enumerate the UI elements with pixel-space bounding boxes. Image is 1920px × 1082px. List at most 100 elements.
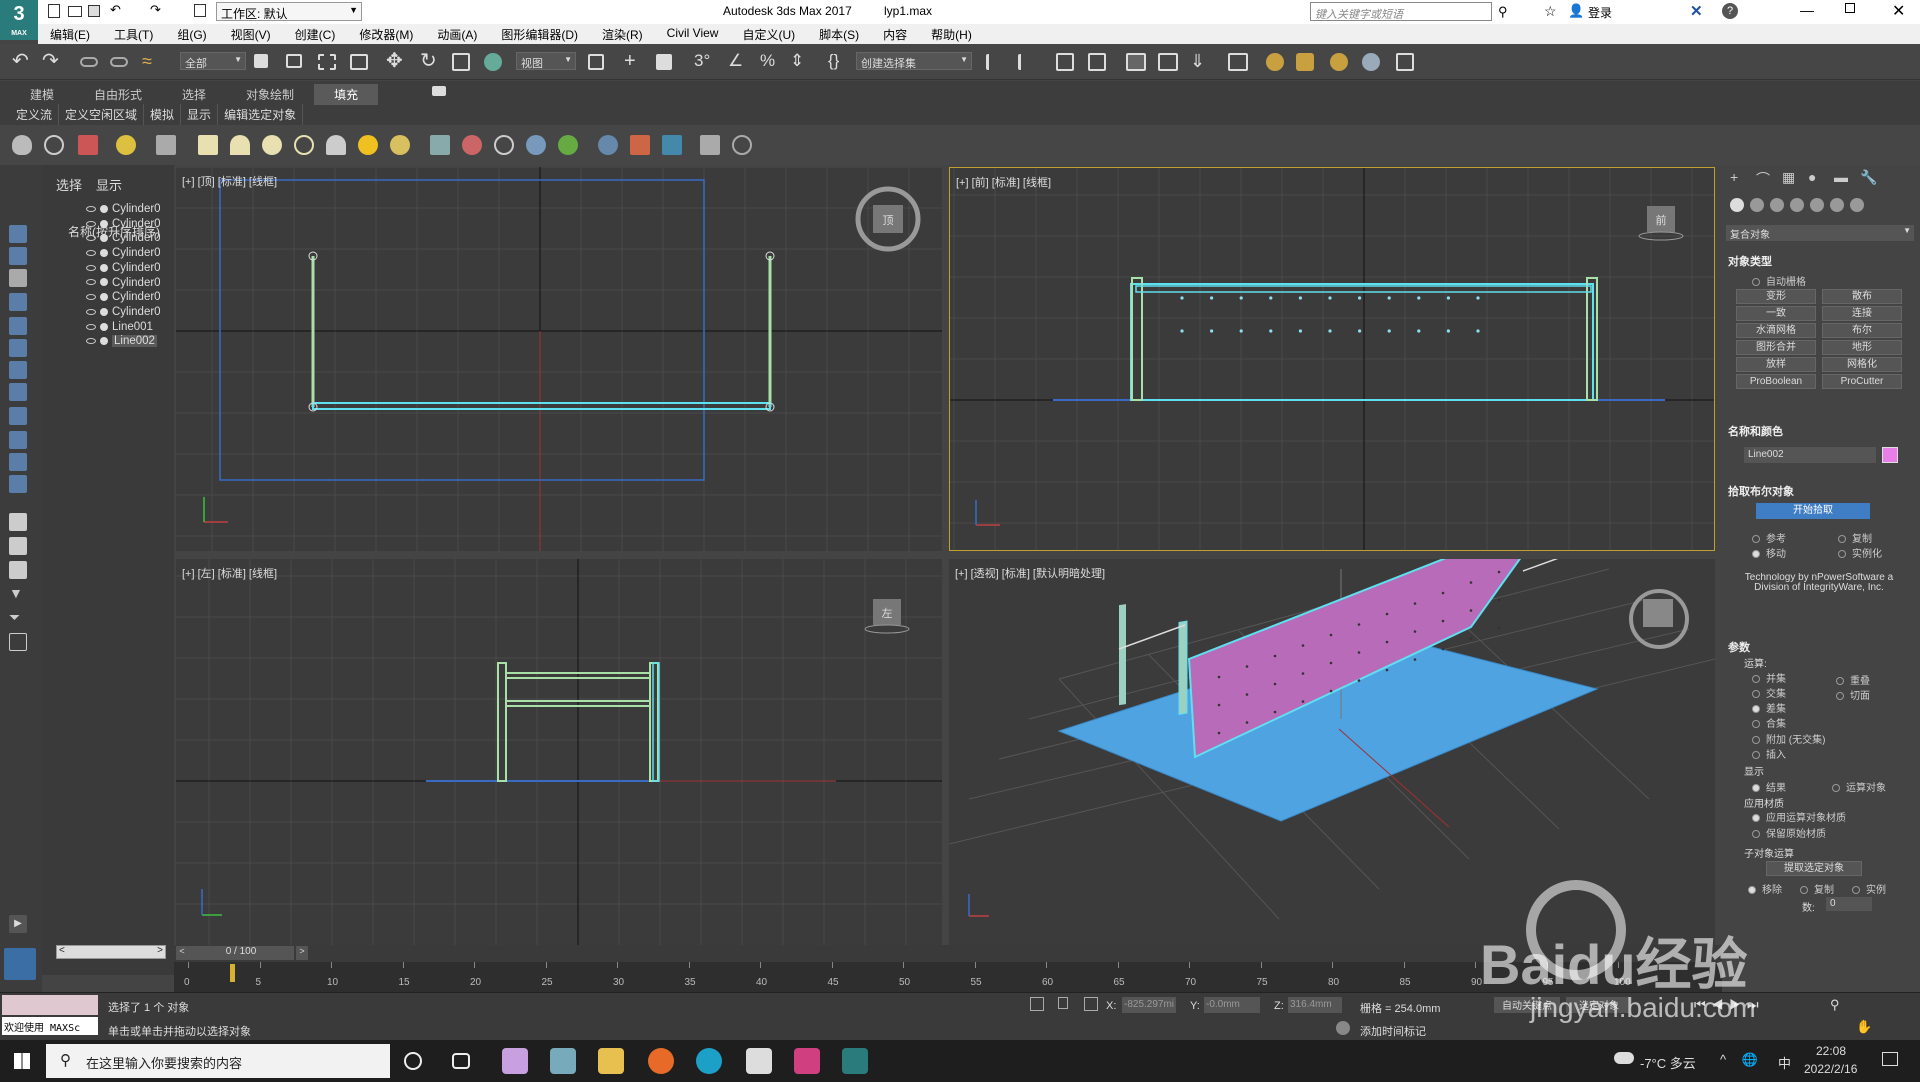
clipboard-icon[interactable] <box>700 135 720 155</box>
curve-editor-icon[interactable] <box>1158 53 1178 71</box>
viewport-label-front[interactable]: [+] [前] [标准] [线框] <box>956 174 1051 190</box>
plus-icon[interactable]: + <box>1730 169 1738 185</box>
named-selection-dropdown[interactable]: 创建选择集 ▼ <box>856 52 972 70</box>
viewport-perspective[interactable]: [+] [透视] [标准] [默认明暗处理] <box>949 559 1715 945</box>
ribbon-tab-1[interactable]: 自由形式 <box>74 84 162 105</box>
percent-snap-icon[interactable]: % <box>760 51 782 73</box>
menu-item-6[interactable]: 动画(A) <box>425 24 489 44</box>
taskbar-search[interactable]: ⚲ 在这里输入你要搜索的内容 <box>46 1044 390 1078</box>
scene-item[interactable]: Cylinder0 <box>86 201 161 217</box>
scene-hscrollbar[interactable]: < > <box>56 945 166 959</box>
3dsmax-taskbar-icon[interactable] <box>842 1048 868 1074</box>
pick-option-0[interactable]: 参考 <box>1752 530 1786 545</box>
render-production-icon[interactable] <box>1330 53 1348 71</box>
compound-button-9[interactable]: 网格化 <box>1822 357 1902 372</box>
menu-item-1[interactable]: 工具(T) <box>102 24 165 44</box>
cameras-icon[interactable] <box>9 293 27 311</box>
scene-explorer-icon[interactable] <box>1056 53 1074 71</box>
rollout-pick-boolean[interactable]: 拾取布尔对象 <box>1728 483 1794 499</box>
helpers-icon[interactable] <box>9 317 27 335</box>
time-slider-frame[interactable]: 0 / 100 <box>188 946 294 960</box>
task-view-icon[interactable] <box>452 1053 470 1069</box>
snap-3d-icon[interactable]: 3° <box>694 51 716 73</box>
modify-icon[interactable]: ⌒ <box>1756 169 1770 189</box>
select-by-name-icon[interactable] <box>286 54 302 68</box>
scene-item[interactable]: Cylinder0 <box>86 245 161 261</box>
pick-option-2[interactable]: 移动 <box>1752 545 1786 560</box>
scene-item[interactable]: Cylinder0 <box>86 304 161 320</box>
menu-item-3[interactable]: 视图(V) <box>219 24 283 44</box>
undo-icon[interactable]: ↶ <box>110 2 121 18</box>
link-icon[interactable] <box>80 57 98 67</box>
funnel-icon[interactable]: ⏷ <box>9 609 27 627</box>
eye-icon[interactable] <box>86 294 96 301</box>
menu-item-2[interactable]: 组(G) <box>165 24 218 44</box>
scene-item[interactable]: Cylinder0 <box>86 289 161 305</box>
weather-icon[interactable] <box>1614 1052 1634 1064</box>
menu-item-10[interactable]: 自定义(U) <box>730 24 807 44</box>
hierarchy-icon[interactable]: ▦ <box>1782 169 1795 186</box>
eye-icon[interactable] <box>86 323 96 330</box>
eye-icon[interactable] <box>86 235 96 242</box>
display-option-1[interactable]: 运算对象 <box>1832 779 1886 794</box>
edge-icon[interactable] <box>696 1048 722 1074</box>
restore-icon[interactable] <box>1845 3 1855 13</box>
menu-item-7[interactable]: 图形编辑器(D) <box>489 24 590 44</box>
tray-icon[interactable] <box>9 633 27 651</box>
sub-option-0[interactable]: 移除 <box>1748 881 1782 896</box>
paint-icon[interactable] <box>502 1048 528 1074</box>
gear-icon[interactable] <box>526 135 546 155</box>
freeze-dot-icon[interactable] <box>100 234 108 243</box>
freeze-dot-icon[interactable] <box>100 263 108 272</box>
spinner-snap-icon[interactable]: ⇕ <box>790 51 812 73</box>
viewport-left[interactable]: [+] [左] [标准] [线框] 左 <box>176 559 942 945</box>
color-grid-icon[interactable] <box>630 135 650 155</box>
lock-icon[interactable] <box>1058 997 1068 1009</box>
a360-gallery-icon[interactable] <box>1396 53 1414 71</box>
display-option-0[interactable]: 结果 <box>1752 779 1786 794</box>
layer-explorer-icon[interactable] <box>1088 53 1106 71</box>
operation-option-1[interactable]: 重叠 <box>1836 672 1870 687</box>
freeze-dot-icon[interactable] <box>100 322 108 331</box>
set-key-filter[interactable]: 选定对象 <box>1566 997 1632 1013</box>
material-option-0[interactable]: 应用运算对象材质 <box>1752 809 1846 824</box>
material-option-1[interactable]: 保留原始材质 <box>1752 825 1826 840</box>
unlink-icon[interactable] <box>110 57 128 67</box>
compound-button-8[interactable]: 放样 <box>1736 357 1816 372</box>
fluid-icon[interactable] <box>494 135 514 155</box>
scene-item[interactable]: Cylinder0 <box>86 260 161 276</box>
align-icon[interactable] <box>1018 54 1034 70</box>
isolate-icon[interactable] <box>1030 997 1044 1011</box>
workspace-dropdown[interactable]: 工作区: 默认 ▼ <box>216 2 362 21</box>
tab-select[interactable]: 选择 <box>56 175 82 194</box>
viewport-label-top[interactable]: [+] [顶] [标准] [线框] <box>182 173 277 189</box>
material-editor-icon[interactable] <box>1228 53 1248 71</box>
viewcube-front-label[interactable]: 前 <box>1656 213 1667 227</box>
play-arrow-icon[interactable]: ▶ <box>9 915 27 933</box>
folder-icon[interactable] <box>598 1048 624 1074</box>
drawing-icon[interactable] <box>746 1048 772 1074</box>
redo-icon[interactable]: ↷ <box>150 2 161 18</box>
cone-icon[interactable] <box>326 135 346 155</box>
chevron-left-icon[interactable]: < <box>59 945 65 956</box>
compound-button-1[interactable]: 散布 <box>1822 289 1902 304</box>
create-lights-icon[interactable] <box>1770 198 1784 212</box>
hide-icon[interactable] <box>9 537 27 555</box>
operation-option-3[interactable]: 切面 <box>1836 687 1870 702</box>
sub-option-2[interactable]: 实例 <box>1852 881 1886 896</box>
bones-icon[interactable] <box>9 407 27 425</box>
sun-icon[interactable] <box>358 135 378 155</box>
pick-option-3[interactable]: 实例化 <box>1838 545 1882 560</box>
scene-item[interactable]: Line001 <box>86 319 153 335</box>
ribbon-tab-2[interactable]: 选择 <box>162 84 226 105</box>
edit-named-sel-icon[interactable]: {} <box>828 51 850 73</box>
operation-option-2[interactable]: 交集 <box>1752 685 1786 700</box>
create-geometry-icon[interactable] <box>1730 198 1744 212</box>
number-field[interactable]: 0 <box>1826 897 1872 911</box>
help-icon[interactable]: ? <box>1722 3 1738 19</box>
menu-item-0[interactable]: 编辑(E) <box>38 24 102 44</box>
camera-icon[interactable] <box>156 135 176 155</box>
sphere-icon[interactable] <box>262 135 282 155</box>
freeze-dot-icon[interactable] <box>100 337 108 346</box>
reference-coord-dropdown[interactable]: 视图 ▼ <box>516 52 576 70</box>
